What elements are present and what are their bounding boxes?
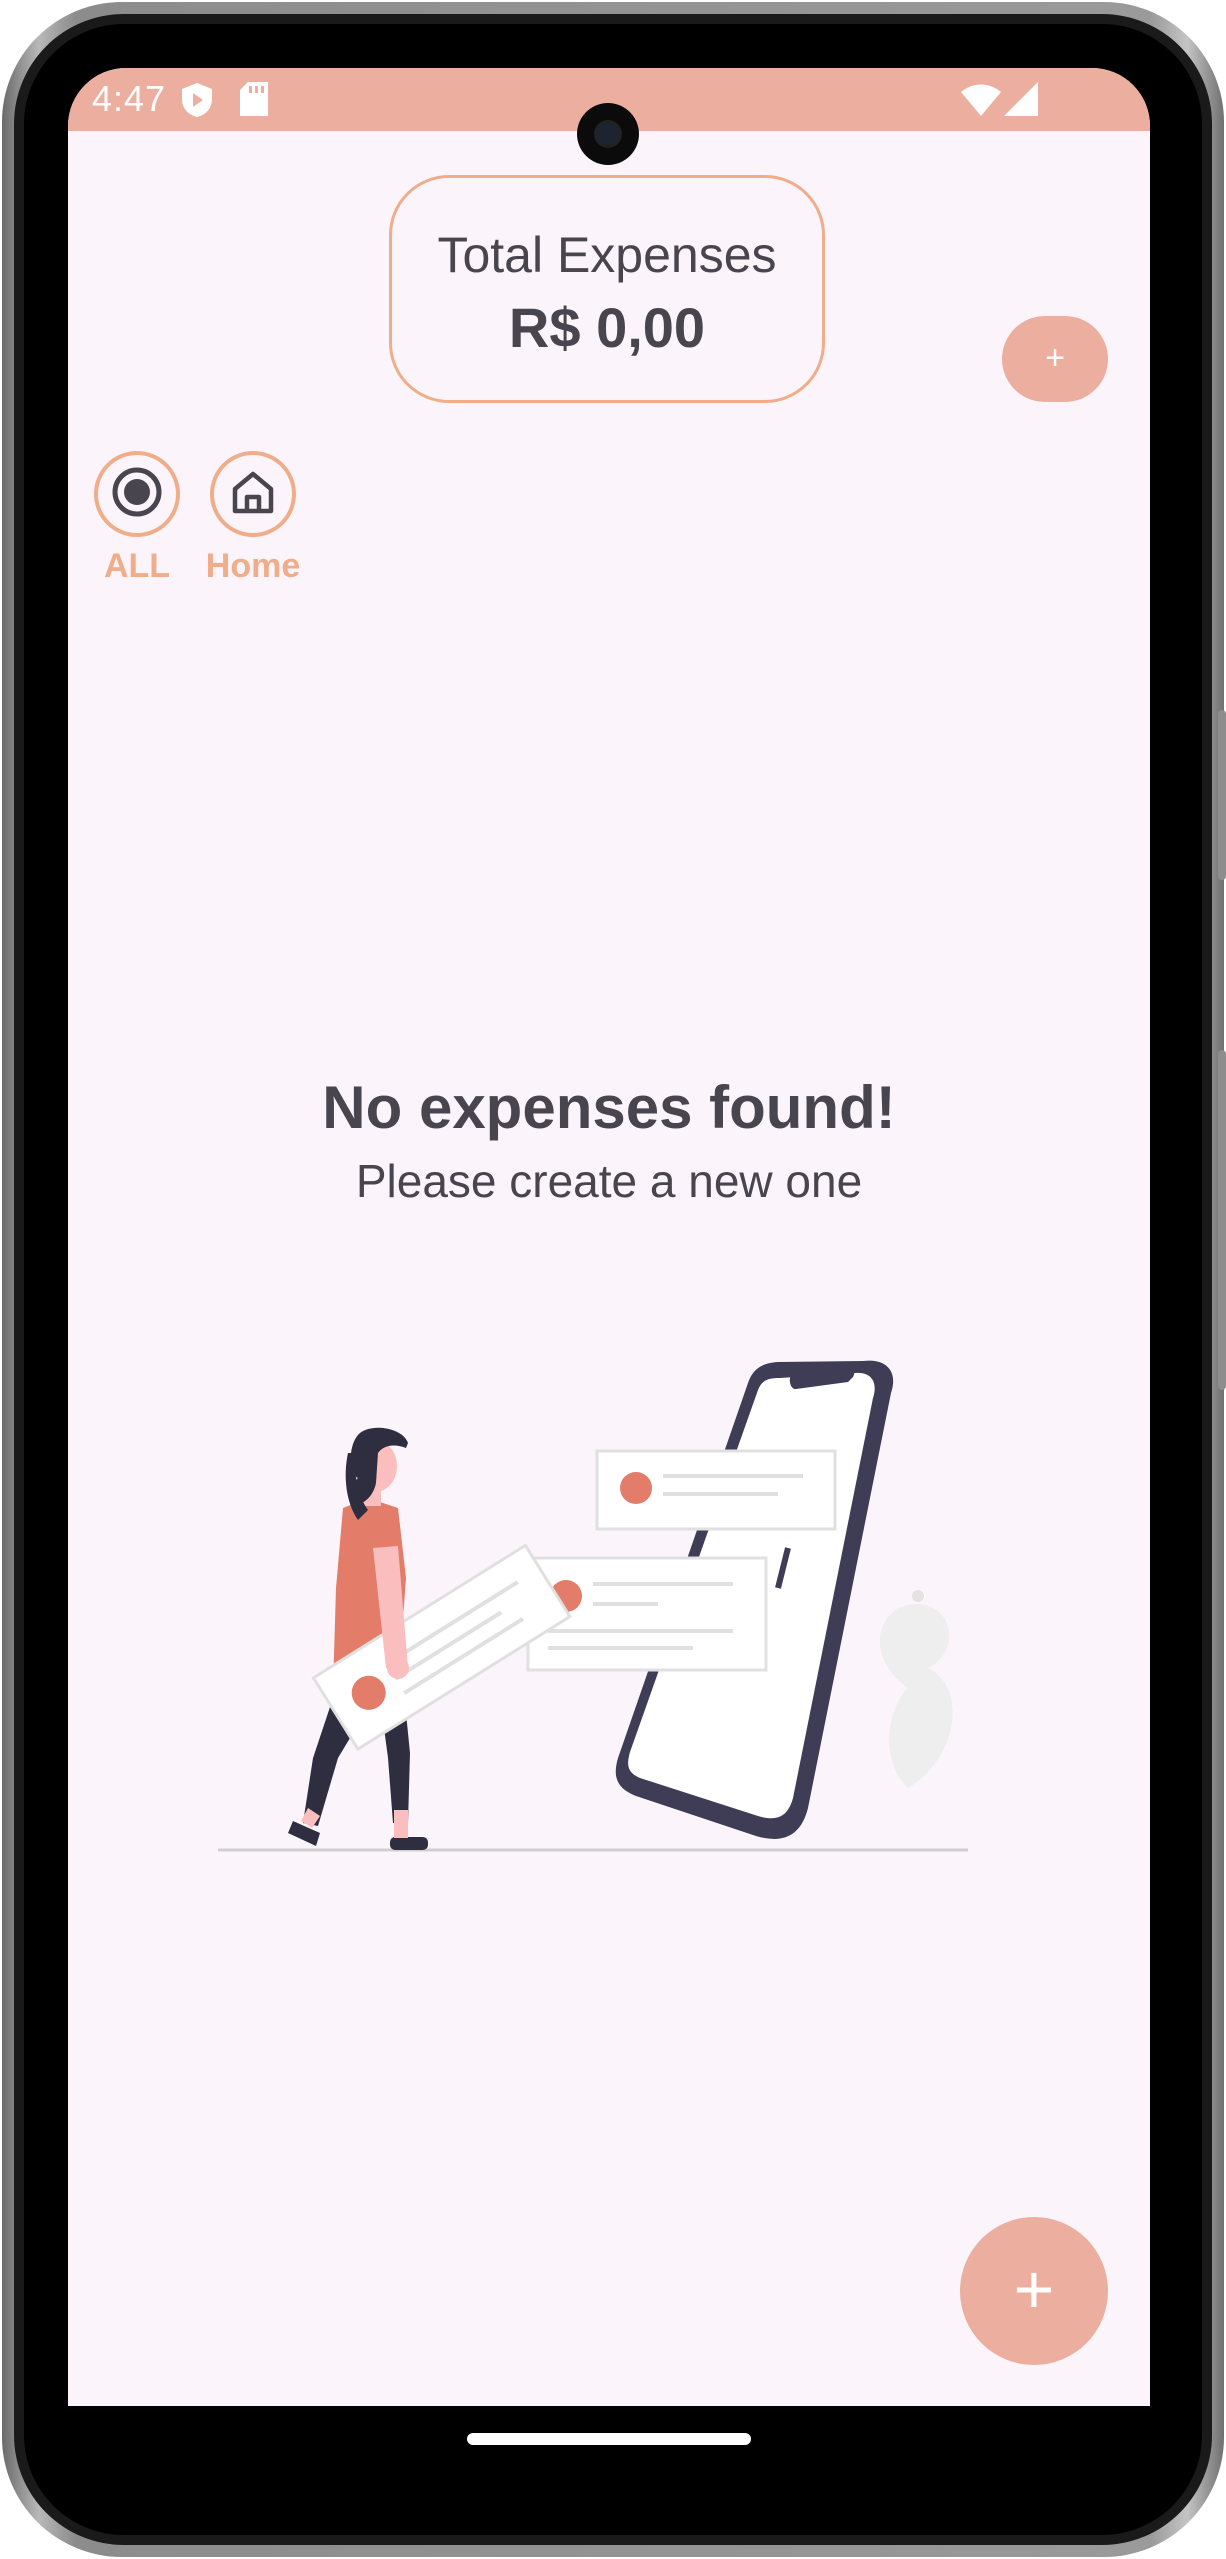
filter-home-circle[interactable]: [210, 451, 296, 537]
app-screen: 4:47 Total Expenses R$ 0,00 + ALL Home N…: [68, 68, 1150, 2406]
total-expenses-value: R$ 0,00: [508, 296, 706, 359]
filter-all-circle[interactable]: [94, 451, 180, 537]
home-icon: [230, 469, 276, 520]
add-expense-fab[interactable]: +: [960, 2217, 1108, 2365]
total-expenses-card: Total Expenses R$ 0,00: [389, 175, 825, 403]
sd-card-icon: [240, 82, 268, 121]
radio-selected-icon: [111, 466, 163, 523]
filter-all-label: ALL: [103, 547, 171, 585]
wifi-icon: [961, 84, 1001, 121]
home-indicator[interactable]: [467, 2433, 751, 2445]
add-category-button[interactable]: +: [1002, 316, 1108, 402]
empty-state-illustration: [208, 1288, 1008, 1868]
empty-state-title: No expenses found!: [322, 1074, 896, 1141]
filter-all[interactable]: ALL: [72, 451, 202, 586]
empty-state-subtitle: Please create a new one: [355, 1155, 863, 1207]
status-time: 4:47: [92, 78, 167, 119]
front-camera: [577, 103, 639, 165]
power-button: [1218, 710, 1226, 880]
filter-home-label: Home: [205, 547, 301, 585]
total-expenses-title: Total Expenses: [437, 227, 777, 283]
shield-icon: [180, 82, 214, 123]
filter-home[interactable]: Home: [188, 451, 318, 586]
volume-button: [1218, 1050, 1226, 1390]
signal-icon: [1004, 82, 1038, 121]
phone-device: 4:47 Total Expenses R$ 0,00 + ALL Home N…: [0, 0, 1226, 2559]
